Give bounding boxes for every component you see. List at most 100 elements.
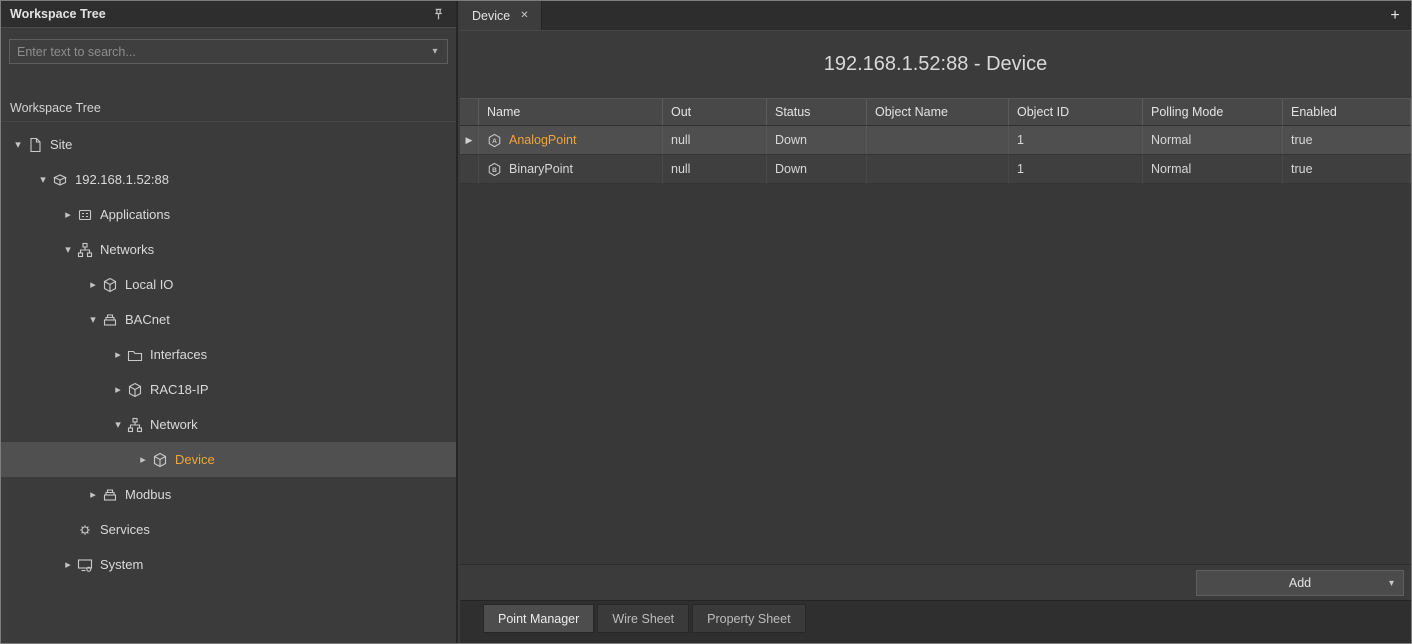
services-icon (77, 522, 93, 538)
object-id-cell[interactable]: 1 (1009, 155, 1143, 183)
table-empty-area (460, 184, 1411, 564)
status-cell[interactable]: Down (767, 155, 867, 183)
name-cell[interactable]: A AnalogPoint (479, 126, 663, 154)
tab-label: Device (472, 9, 510, 23)
chevron-down-icon[interactable]: ▾ (59, 243, 77, 256)
out-cell[interactable]: null (663, 126, 767, 154)
out-cell[interactable]: null (663, 155, 767, 183)
close-icon[interactable]: ✕ (520, 10, 528, 21)
table-row[interactable]: B BinaryPoint null Down 1 Normal true (460, 155, 1411, 184)
column-header-object-name[interactable]: Object Name (867, 99, 1009, 126)
name-cell[interactable]: B BinaryPoint (479, 155, 663, 183)
analog-point-icon: A (487, 133, 502, 148)
search-combobox[interactable]: ▾ (9, 39, 448, 64)
workspace-tree-title: Workspace Tree (10, 7, 106, 21)
tree-item-label: Device (175, 452, 215, 467)
chevron-right-icon[interactable]: ▸ (109, 383, 127, 396)
enabled-cell[interactable]: true (1283, 155, 1411, 183)
workspace-tree-section-label: Workspace Tree (1, 95, 456, 122)
tree-item-station[interactable]: ▾ 192.168.1.52:88 (1, 162, 456, 197)
column-header-object-id[interactable]: Object ID (1009, 99, 1143, 126)
tree-item-network[interactable]: ▾ Network (1, 407, 456, 442)
tree-item-label: Applications (100, 207, 170, 222)
workspace-tree-header: Workspace Tree (1, 1, 456, 28)
tree-item-label: Networks (100, 242, 154, 257)
network-icon (127, 417, 143, 433)
page-title: 192.168.1.52:88 - Device (824, 53, 1048, 76)
column-header-enabled[interactable]: Enabled (1283, 99, 1411, 126)
tree-item-label: 192.168.1.52:88 (75, 172, 169, 187)
tab-point-manager[interactable]: Point Manager (483, 604, 594, 633)
table-row[interactable]: ▶ A AnalogPoint null Down 1 Normal true (460, 126, 1411, 155)
chevron-down-icon[interactable]: ▾ (84, 313, 102, 326)
enabled-cell[interactable]: true (1283, 126, 1411, 154)
column-header-polling-mode[interactable]: Polling Mode (1143, 99, 1283, 126)
search-input[interactable] (10, 45, 423, 59)
application-window: Workspace Tree ▾ Workspace Tree ▾ Site ▾… (0, 0, 1412, 644)
tree-item-label: Modbus (125, 487, 171, 502)
object-name-cell[interactable] (867, 126, 1009, 154)
workspace-tree: ▾ Site ▾ 192.168.1.52:88 ▸ Applications … (1, 122, 456, 643)
column-header-name[interactable]: Name (479, 99, 663, 126)
tree-item-modbus[interactable]: ▸ Modbus (1, 477, 456, 512)
tree-item-system[interactable]: ▸ System (1, 547, 456, 582)
object-id-cell[interactable]: 1 (1009, 126, 1143, 154)
object-name-cell[interactable] (867, 155, 1009, 183)
chevron-down-icon[interactable]: ▾ (423, 46, 447, 57)
selected-row-marker: ▶ (460, 126, 479, 154)
point-name: AnalogPoint (509, 126, 576, 154)
new-tab-button[interactable]: + (1379, 1, 1411, 30)
applications-icon (77, 207, 93, 223)
chevron-down-icon[interactable]: ▾ (9, 138, 27, 151)
chevron-right-icon[interactable]: ▸ (59, 208, 77, 221)
tree-item-label: Services (100, 522, 150, 537)
tab-device[interactable]: Device ✕ (460, 1, 542, 30)
tree-item-label: BACnet (125, 312, 170, 327)
device-cube-icon (152, 452, 168, 468)
tab-property-sheet[interactable]: Property Sheet (692, 604, 805, 633)
protocol-stack-icon (102, 312, 118, 328)
tree-item-bacnet[interactable]: ▾ BACnet (1, 302, 456, 337)
tree-item-label: Site (50, 137, 72, 152)
system-icon (77, 557, 93, 573)
polling-mode-cell[interactable]: Normal (1143, 155, 1283, 183)
tree-item-device[interactable]: ▸ Device (1, 442, 456, 477)
device-title-bar: 192.168.1.52:88 - Device (460, 31, 1411, 98)
tree-item-label: RAC18-IP (150, 382, 209, 397)
tree-item-services[interactable]: Services (1, 512, 456, 547)
chevron-down-icon[interactable]: ▾ (109, 418, 127, 431)
chevron-down-icon[interactable]: ▾ (34, 173, 52, 186)
binary-point-icon: B (487, 162, 502, 177)
tree-item-label: Network (150, 417, 198, 432)
chevron-right-icon[interactable]: ▸ (84, 488, 102, 501)
column-header-out[interactable]: Out (663, 99, 767, 126)
column-header-status[interactable]: Status (767, 99, 867, 126)
tree-item-local-io[interactable]: ▸ Local IO (1, 267, 456, 302)
add-button[interactable]: Add ▾ (1196, 570, 1404, 596)
chevron-right-icon[interactable]: ▸ (59, 558, 77, 571)
tree-item-label: Local IO (125, 277, 173, 292)
workspace-tree-panel: Workspace Tree ▾ Workspace Tree ▾ Site ▾… (1, 1, 458, 643)
tree-item-label: System (100, 557, 143, 572)
document-tab-bar: Device ✕ + (460, 1, 1411, 31)
tree-item-label: Interfaces (150, 347, 207, 362)
chevron-down-icon[interactable]: ▾ (1389, 578, 1394, 589)
chevron-right-icon[interactable]: ▸ (134, 453, 152, 466)
status-cell[interactable]: Down (767, 126, 867, 154)
folder-icon (127, 347, 143, 363)
table-header-row: Name Out Status Object Name Object ID Po… (460, 98, 1411, 126)
tree-item-applications[interactable]: ▸ Applications (1, 197, 456, 232)
polling-mode-cell[interactable]: Normal (1143, 126, 1283, 154)
tree-item-networks[interactable]: ▾ Networks (1, 232, 456, 267)
tab-wire-sheet[interactable]: Wire Sheet (597, 604, 689, 633)
svg-text:B: B (492, 166, 497, 173)
device-view-panel: Device ✕ + 192.168.1.52:88 - Device Name… (460, 1, 1411, 643)
network-icon (77, 242, 93, 258)
svg-text:A: A (492, 137, 497, 144)
tree-item-interfaces[interactable]: ▸ Interfaces (1, 337, 456, 372)
chevron-right-icon[interactable]: ▸ (84, 278, 102, 291)
tree-item-site[interactable]: ▾ Site (1, 127, 456, 162)
pin-icon[interactable] (429, 5, 447, 23)
chevron-right-icon[interactable]: ▸ (109, 348, 127, 361)
tree-item-rac18-ip[interactable]: ▸ RAC18-IP (1, 372, 456, 407)
